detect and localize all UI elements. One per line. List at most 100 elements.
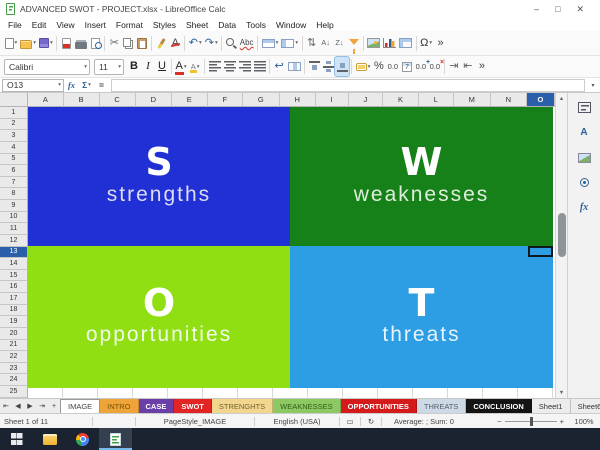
row-header-21[interactable]: 21 xyxy=(0,339,28,352)
toolbar-overflow-button[interactable]: » xyxy=(475,57,489,76)
function-wizard-button[interactable]: fx xyxy=(64,80,79,90)
open-file-button[interactable]: ▾ xyxy=(19,34,38,53)
formula-button[interactable]: = xyxy=(94,80,109,90)
name-box[interactable]: O13 ▾ xyxy=(2,78,64,92)
start-taskbar-button[interactable] xyxy=(0,428,33,450)
row-header-16[interactable]: 16 xyxy=(0,281,28,293)
menu-help[interactable]: Help xyxy=(311,20,338,30)
font-name-combo[interactable]: Calibri ▾ xyxy=(4,58,90,75)
last-sheet-button[interactable]: ⇥ xyxy=(36,399,48,413)
sheet-tab-case[interactable]: CASE xyxy=(138,399,175,413)
swot-quadrant-threats[interactable]: Tthreats xyxy=(290,246,553,388)
scrollbar-thumb[interactable] xyxy=(558,213,566,257)
undo-button[interactable]: ↶ ▾ xyxy=(187,34,203,53)
clear-formatting-button[interactable]: A xyxy=(168,34,182,53)
redo-button[interactable]: ↷ ▾ xyxy=(203,34,219,53)
align-top-button[interactable] xyxy=(307,57,321,76)
toolbar-overflow-button[interactable]: » xyxy=(434,34,448,53)
row-header-1[interactable]: 1 xyxy=(0,107,28,119)
row-header-3[interactable]: 3 xyxy=(0,130,28,142)
column-header-h[interactable]: H xyxy=(279,93,316,107)
column-header-n[interactable]: N xyxy=(490,93,527,107)
row-header-11[interactable]: 11 xyxy=(0,223,28,235)
sheet-tab-image[interactable]: IMAGE xyxy=(60,399,101,413)
vertical-scrollbar[interactable]: ▲ ▼ xyxy=(555,93,567,398)
gallery-button[interactable] xyxy=(576,150,592,165)
scroll-down-icon[interactable]: ▼ xyxy=(556,387,567,398)
row-header-17[interactable]: 17 xyxy=(0,293,28,305)
row-header-7[interactable]: 7 xyxy=(0,176,28,189)
sort-descending-button[interactable]: Z↓ xyxy=(333,34,347,53)
column-header-l[interactable]: L xyxy=(418,93,454,107)
insert-row-button[interactable]: ▾ xyxy=(260,34,280,53)
maximize-button[interactable]: □ xyxy=(555,4,560,14)
sum-button[interactable]: Σ ▾ xyxy=(79,80,94,90)
menu-sheet[interactable]: Sheet xyxy=(181,20,213,30)
styles-button[interactable]: A xyxy=(577,125,591,140)
copy-button[interactable] xyxy=(121,34,135,53)
close-button[interactable]: ✕ xyxy=(576,4,584,15)
sheet-tab-conclusion[interactable]: CONCLUSION xyxy=(466,399,532,413)
sheet-tab-opportunities[interactable]: OPPORTUNITIES xyxy=(340,399,417,413)
italic-button[interactable]: I xyxy=(141,57,155,76)
format-as-currency-button[interactable]: ▾ xyxy=(354,57,372,76)
row-header-8[interactable]: 8 xyxy=(0,188,28,200)
column-header-k[interactable]: K xyxy=(383,93,419,107)
column-header-j[interactable]: J xyxy=(348,93,384,107)
zoom-handle[interactable] xyxy=(529,416,533,426)
select-all-corner[interactable] xyxy=(0,93,28,107)
row-header-13[interactable]: 13 xyxy=(0,246,28,259)
menu-edit[interactable]: Edit xyxy=(27,20,52,30)
file-explorer-taskbar-button[interactable] xyxy=(33,428,66,450)
center-vertically-button[interactable] xyxy=(321,57,335,76)
clone-formatting-button[interactable] xyxy=(154,34,168,53)
find-and-replace-button[interactable] xyxy=(224,34,238,53)
insert-column-button[interactable]: ▾ xyxy=(280,34,300,53)
column-header-f[interactable]: F xyxy=(207,93,243,107)
menu-file[interactable]: File xyxy=(3,20,27,30)
insert-chart-button[interactable] xyxy=(382,34,398,53)
autofilter-button[interactable] xyxy=(347,34,361,54)
row-header-2[interactable]: 2 xyxy=(0,118,28,131)
menu-view[interactable]: View xyxy=(51,20,79,30)
zoom-out-button[interactable]: − xyxy=(497,417,501,426)
chrome-taskbar-button[interactable] xyxy=(66,428,99,450)
menu-data[interactable]: Data xyxy=(213,20,241,30)
row-header-9[interactable]: 9 xyxy=(0,200,28,212)
column-header-b[interactable]: B xyxy=(63,93,100,107)
zoom-track[interactable] xyxy=(504,416,557,426)
row-header-5[interactable]: 5 xyxy=(0,153,28,166)
row-header-4[interactable]: 4 xyxy=(0,141,28,154)
libreoffice-calc-taskbar-button[interactable] xyxy=(99,428,132,450)
row-header-25[interactable]: 25 xyxy=(0,386,28,398)
page-style[interactable]: PageStyle_IMAGE xyxy=(136,414,254,428)
insert-image-button[interactable] xyxy=(366,34,382,53)
column-header-g[interactable]: G xyxy=(242,93,280,107)
empty-cells-strip[interactable] xyxy=(28,388,553,398)
zoom-level[interactable]: 100% xyxy=(568,414,600,428)
add-decimal-place-button[interactable]: 0.0 xyxy=(414,57,431,76)
functions-button[interactable]: fx xyxy=(577,200,591,215)
sheet-tab-threats[interactable]: THREATS xyxy=(416,399,467,413)
column-header-m[interactable]: M xyxy=(453,93,491,107)
first-sheet-button[interactable]: ⇤ xyxy=(0,399,12,413)
menu-tools[interactable]: Tools xyxy=(241,20,271,30)
previous-sheet-button[interactable]: ◀ xyxy=(12,399,24,413)
column-header-i[interactable]: I xyxy=(315,93,349,107)
next-sheet-button[interactable]: ▶ xyxy=(24,399,36,413)
sort-ascending-button[interactable]: A↓ xyxy=(319,34,333,53)
cut-button[interactable]: ✂ xyxy=(107,34,121,53)
font-size-combo[interactable]: 11 ▾ xyxy=(94,58,124,75)
selection-mode-icon[interactable]: ▭ xyxy=(340,414,360,428)
underline-button[interactable]: U xyxy=(155,57,169,76)
sheet-tab-strenghts[interactable]: STRENGHTS xyxy=(211,399,274,413)
swot-quadrant-opportunities[interactable]: Oopportunities xyxy=(28,246,290,388)
font-color-button[interactable]: A ▾ xyxy=(174,57,188,76)
cell-grid[interactable]: Sstrengths Wweaknesses Oopportunities Tthre… xyxy=(28,107,555,398)
expand-formula-bar-button[interactable]: ▾ xyxy=(586,82,600,89)
swot-quadrant-weaknesses[interactable]: Wweaknesses xyxy=(290,107,553,246)
scroll-up-icon[interactable]: ▲ xyxy=(556,93,567,104)
row-header-22[interactable]: 22 xyxy=(0,351,28,363)
sidebar-settings-button[interactable] xyxy=(576,100,592,115)
justified-button[interactable] xyxy=(252,57,267,76)
